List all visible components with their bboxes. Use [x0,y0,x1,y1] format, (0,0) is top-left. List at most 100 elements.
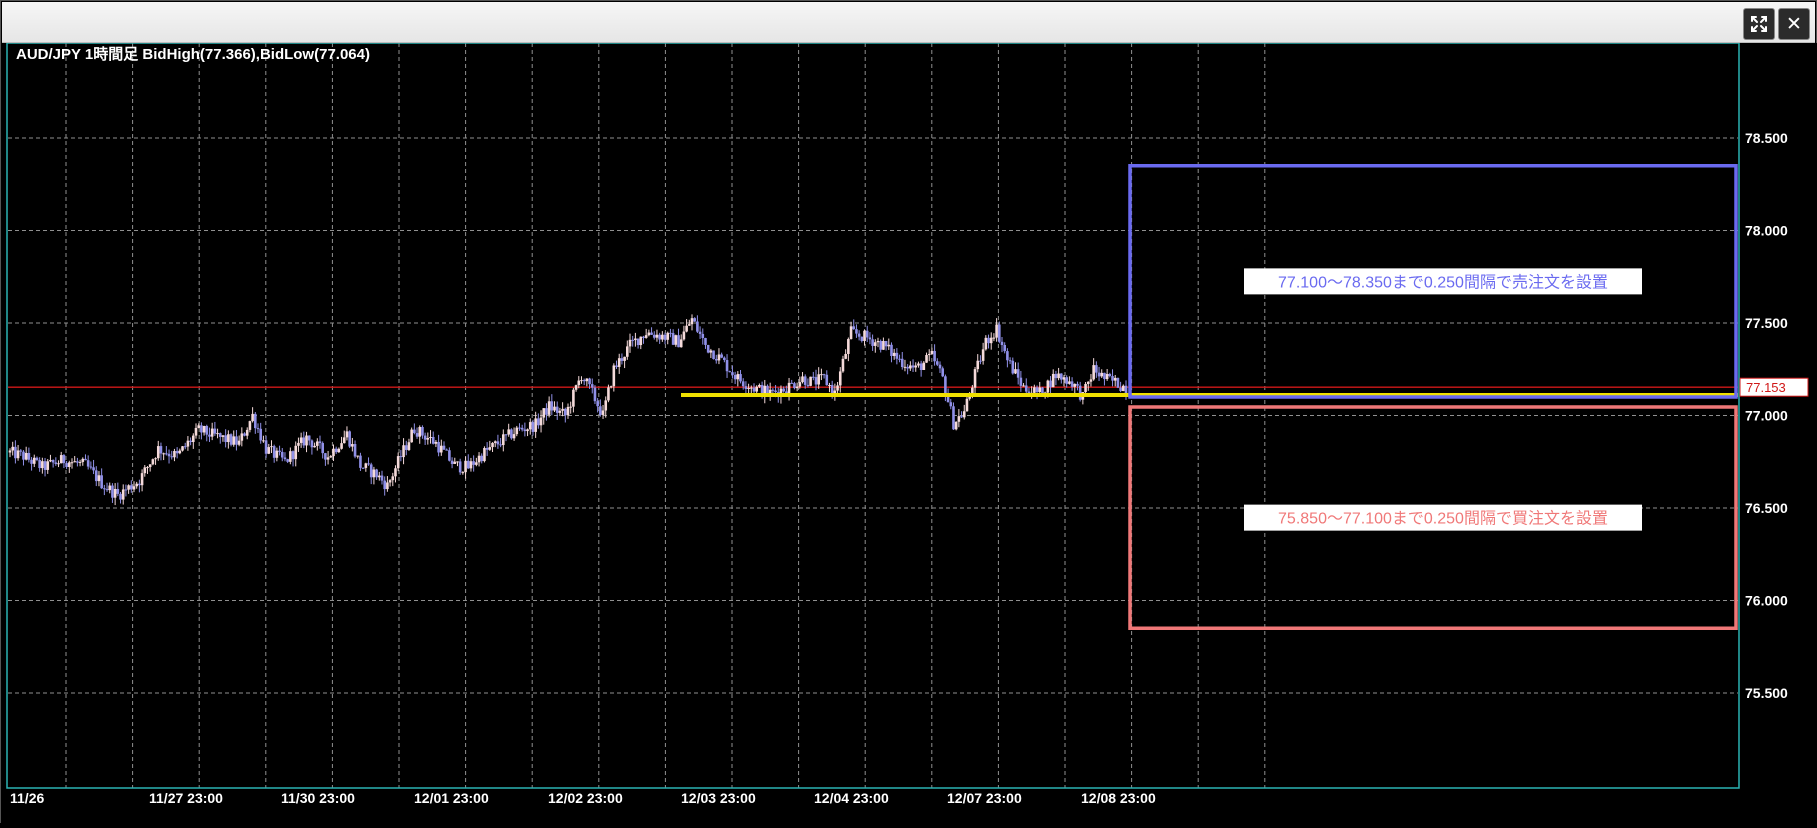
candle-body [636,338,640,346]
candle-body [165,453,168,455]
candle-body [507,429,510,435]
candle-body [663,334,667,340]
candle-body [601,410,605,415]
candle-body [173,451,176,458]
candle-body [725,360,729,372]
x-axis: 11/26 11/27 23:00 11/30 23:00 12/01 23:00 12… [10,790,1156,806]
candle-body [553,406,556,411]
candle-body [1033,387,1036,393]
candle-body [413,429,416,434]
candle-body [590,384,594,388]
candle-body [189,440,192,443]
candle-body [849,326,853,340]
close-glyph: ✕ [1786,12,1802,35]
candle-body [342,437,346,444]
candle-body [887,344,891,347]
candle-body [906,366,909,369]
candle-body [178,450,182,454]
candle-body [561,408,564,411]
candle-body [388,480,392,483]
candle-body [962,411,966,418]
candle-body [116,488,120,494]
candle-body [857,333,861,337]
candle-body [855,329,858,334]
candle-body [995,324,998,338]
candle-body [200,425,203,433]
candle-body [472,461,475,465]
candle-body [108,485,112,491]
candle-body [1111,376,1114,381]
candle-body [275,450,279,458]
candle-body [121,489,125,500]
candle-body [291,451,295,460]
candle-body [351,444,354,447]
candle-body [1073,383,1077,387]
candle-body [706,344,710,353]
candle-body [949,402,953,407]
candle-body [647,332,651,336]
candle-body [1065,377,1068,384]
candle-body [32,457,36,464]
y-tick-label: 76.500 [1745,500,1788,516]
candle-body [731,372,734,375]
candle-body [243,433,246,436]
candle-body [971,387,974,394]
candle-body [194,427,198,436]
candle-body [698,331,702,334]
candle-body [283,457,287,460]
candle-body [830,384,834,395]
candle-body [868,337,872,340]
candle-body [822,374,826,376]
candle-body [555,406,559,413]
candle-body [795,386,799,389]
candle-body [981,349,985,361]
candle-body [1070,381,1074,387]
candle-body [1038,387,1042,393]
buy-zone-label: 75.850～77.100まで0.250間隔で買注文を設置 [1278,510,1608,528]
candle-body [704,338,707,345]
candle-body [267,447,271,454]
candle-body [1060,373,1063,380]
candle-body [146,467,149,469]
candle-body [965,398,969,412]
candle-body [679,339,683,348]
candle-body [652,334,656,338]
current-price-label: 77.153 [1746,380,1786,395]
candle-body [941,368,944,377]
candle-body [1006,351,1009,361]
candle-body [682,331,686,340]
candle-body [84,458,87,461]
close-icon[interactable]: ✕ [1778,8,1810,40]
candle-body [1011,360,1015,374]
candle-body [418,426,422,437]
candle-body [989,337,993,344]
candle-body [299,437,303,443]
candle-body [1014,369,1017,374]
candle-body [35,457,39,460]
candle-body [442,445,446,450]
candle-body [1113,377,1117,381]
candle-body [1078,385,1082,400]
candle-body [874,342,877,346]
candle-body [113,488,117,498]
candle-body [119,493,122,500]
candle-body [895,352,899,359]
candle-body [690,318,694,325]
candle-body [237,440,241,445]
candle-body [588,378,591,385]
maximize-arrows-icon[interactable] [1743,8,1775,40]
candle-body [353,444,357,457]
candle-body [448,450,451,461]
candle-body [208,434,211,437]
candle-body [469,461,473,469]
candle-body [669,332,672,334]
candle-body [356,455,360,457]
candle-body [782,388,785,392]
candle-body [1116,377,1120,388]
candle-body [143,467,147,474]
candle-body [1076,383,1079,386]
candle-body [909,365,912,369]
candle-body [528,422,532,430]
candle-body [224,435,227,443]
candle-body [596,401,599,407]
